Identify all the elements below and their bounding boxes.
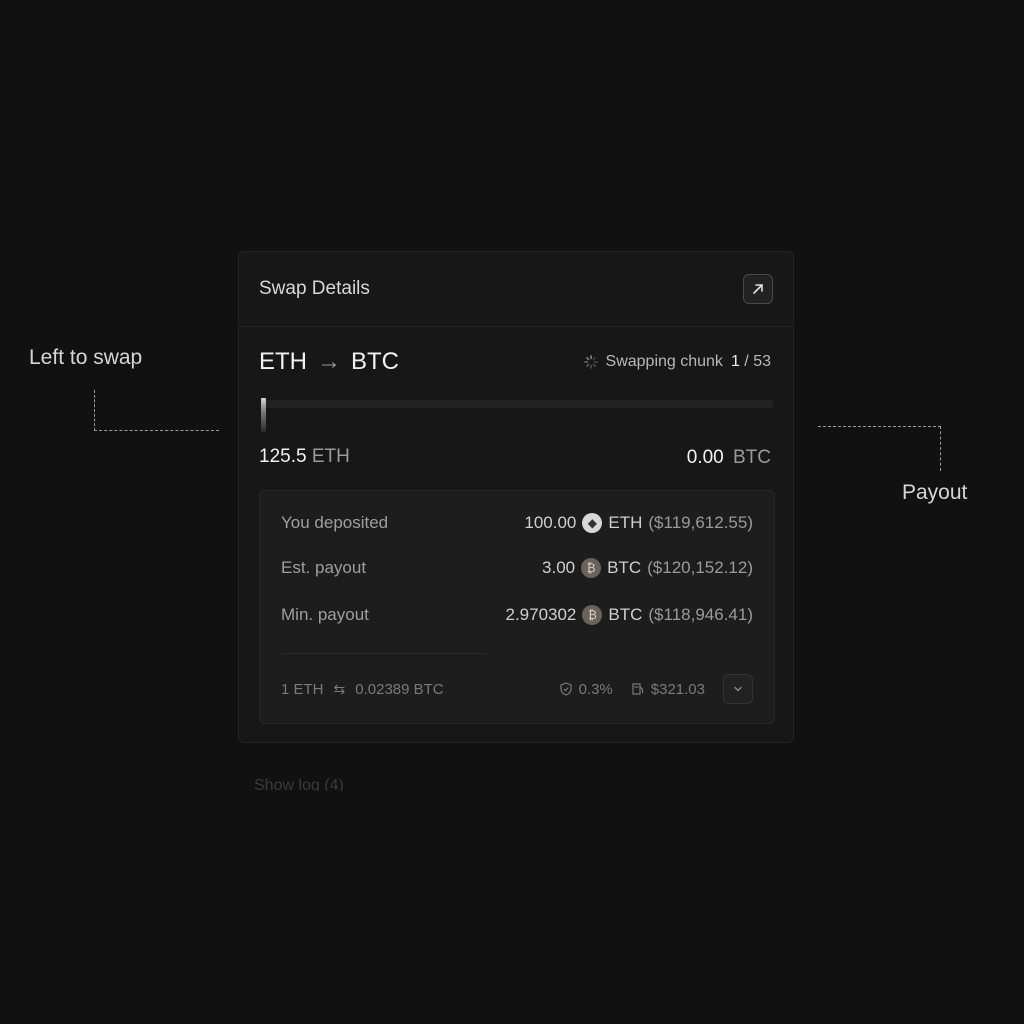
deposit-row: You deposited 100.00 ◆ ETH ($119,612.55): [281, 513, 753, 533]
expand-details-button[interactable]: [723, 674, 753, 704]
swap-details-panel: You deposited 100.00 ◆ ETH ($119,612.55)…: [259, 490, 775, 724]
exchange-rate: 1 ETH ⇆ 0.02389 BTC: [281, 681, 444, 698]
est-payout-amount: 3.00: [542, 558, 576, 577]
min-payout-row: Min. payout 2.970302 ₿ BTC ($118,946.41): [281, 605, 753, 625]
swap-arrows-icon: ⇆: [333, 680, 346, 697]
arrow-up-right-icon: [753, 284, 763, 294]
swap-details-card: Swap Details ETH → BTC Swapping chunk 1 …: [238, 251, 794, 743]
est-payout-usd: ($120,152.12): [647, 558, 753, 577]
eth-icon: ◆: [582, 513, 603, 533]
swap-progress-bar: [261, 398, 773, 432]
payout-amount-unit: BTC: [733, 447, 771, 468]
min-payout-unit: BTC: [608, 605, 643, 624]
slippage-value: 0.3%: [578, 680, 613, 698]
swap-progress-handle: [261, 398, 267, 432]
est-payout-label: Est. payout: [281, 558, 367, 577]
card-header: Swap Details: [239, 252, 793, 327]
show-log-button[interactable]: Show log (4): [254, 777, 344, 791]
deposit-label: You deposited: [281, 513, 389, 532]
pair-row: ETH → BTC Swapping chunk 1 / 53: [259, 348, 771, 376]
from-asset: ETH: [259, 348, 307, 375]
payout-amount-value: 0.00: [686, 447, 724, 468]
chunk-current: 1: [730, 353, 740, 370]
swap-status: Swapping chunk 1 / 53: [583, 353, 771, 371]
left-amount-value: 125.5: [259, 446, 307, 467]
deposit-amount: 100.00: [524, 513, 577, 532]
left-to-swap-callout: Left to swap: [29, 346, 143, 369]
gas-pump-icon: [632, 683, 643, 695]
arrow-right-icon: →: [317, 348, 341, 375]
est-payout-row: Est. payout 3.00 ₿ BTC ($120,152.12): [281, 558, 753, 578]
chevron-down-icon: [734, 686, 742, 692]
chunk-total: 53: [753, 353, 771, 370]
est-payout-unit: BTC: [607, 558, 642, 577]
spinner-icon: [583, 355, 598, 369]
shield-icon: [559, 682, 572, 696]
deposit-unit: ETH: [608, 513, 643, 532]
payout-callout-connector: [818, 426, 941, 471]
fee-value: $321.03: [650, 680, 705, 698]
open-external-button[interactable]: [743, 274, 773, 304]
left-to-swap-amount: 125.5 ETH: [259, 446, 350, 468]
details-divider: [281, 653, 486, 654]
to-asset: BTC: [351, 348, 399, 375]
card-title: Swap Details: [259, 278, 370, 299]
status-label: Swapping chunk: [605, 353, 723, 370]
payout-amount: 0.00 BTC: [687, 447, 771, 469]
min-payout-usd: ($118,946.41): [648, 605, 753, 624]
rate-to: 0.02389 BTC: [355, 680, 444, 698]
btc-icon: ₿: [581, 558, 602, 578]
fee-summary: 0.3% $321.03: [559, 674, 753, 704]
rate-from: 1 ETH: [281, 680, 324, 698]
min-payout-amount: 2.970302: [505, 605, 577, 624]
min-payout-label: Min. payout: [281, 605, 369, 624]
left-amount-unit: ETH: [311, 446, 350, 467]
chunk-separator: /: [744, 353, 749, 370]
swap-pair: ETH → BTC: [259, 348, 399, 376]
btc-icon: ₿: [582, 605, 603, 625]
details-footer: 1 ETH ⇆ 0.02389 BTC 0.3% $321.03: [281, 674, 753, 704]
deposit-usd: ($119,612.55): [648, 513, 753, 532]
payout-callout: Payout: [902, 481, 968, 504]
left-callout-connector: [94, 390, 219, 431]
